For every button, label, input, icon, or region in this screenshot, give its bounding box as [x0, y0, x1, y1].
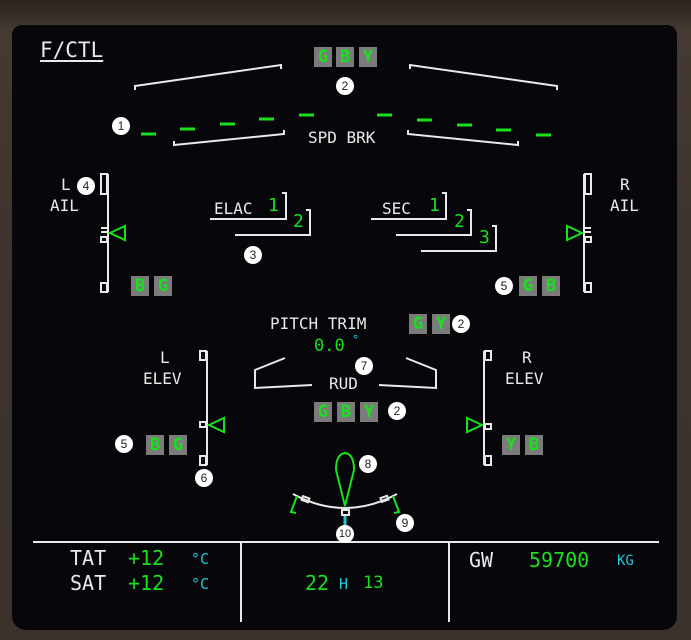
time-separator: H [339, 575, 349, 593]
l-elev-hyd-b: B [146, 435, 164, 455]
callout-10: 10 [336, 525, 354, 543]
callout-2-rudder: 2 [388, 402, 406, 420]
pitch-trim-value: 0.0 [314, 336, 345, 356]
callout-4: 4 [77, 177, 95, 195]
sec-2-status: 2 [454, 211, 465, 232]
callout-3: 3 [244, 246, 262, 264]
page-title: F/CTL [40, 38, 104, 62]
rud-travel-limit-left [289, 495, 298, 514]
r-elev-label: ELEV [505, 369, 544, 388]
sec-label: SEC [382, 199, 411, 218]
rudder-hyd-b: B [337, 402, 355, 422]
callout-6: 6 [195, 469, 213, 487]
time-minutes: 13 [363, 573, 384, 593]
callout-9: 9 [396, 514, 414, 532]
gw-value: 59700 [529, 548, 590, 572]
r-elev-position-pointer [466, 416, 485, 434]
l-ail-hyd-b: B [131, 276, 149, 296]
spd-brk-label: SPD BRK [308, 128, 376, 147]
sec-1-status: 1 [429, 195, 440, 216]
pitch-trim-unit: ° [352, 333, 360, 347]
r-ail-position-pointer [566, 224, 585, 242]
sec-3-status: 3 [479, 227, 490, 248]
spd-brk-hyd-b: B [336, 47, 354, 67]
callout-1: 1 [112, 117, 130, 135]
elac-1-status: 1 [268, 195, 279, 216]
spd-brk-lower-left-bracket [173, 130, 285, 147]
gw-label: GW [469, 548, 494, 572]
r-ail-label: AIL [610, 196, 639, 215]
rud-travel-limit-right [392, 495, 401, 514]
spd-brk-lower-right-bracket [407, 130, 519, 147]
rud-left-bracket [254, 357, 313, 390]
tat-label: TAT [70, 546, 107, 570]
pitch-trim-label: PITCH TRIM [270, 314, 367, 333]
l-ail-label-side: L [61, 175, 71, 194]
tat-value: +12 [128, 546, 165, 570]
l-elev-position-pointer [206, 416, 225, 434]
r-ail-hyd-b: B [542, 276, 560, 296]
r-ail-hyd-g: G [519, 276, 537, 296]
spd-brk-upper-right-bracket [409, 63, 558, 90]
callout-5-r-ail: 5 [495, 277, 513, 295]
r-elev-hyd-b: B [525, 435, 543, 455]
spd-brk-hyd-g: G [314, 47, 332, 67]
l-ail-hyd-g: G [154, 276, 172, 296]
gw-unit: KG [617, 553, 634, 569]
l-elev-label-side: L [160, 348, 170, 367]
callout-2-spd-brk: 2 [336, 77, 354, 95]
spd-brk-upper-left-bracket [134, 63, 282, 90]
rudder-hyd-g: G [314, 402, 332, 422]
l-elev-label: ELEV [143, 369, 182, 388]
l-elev-hyd-g: G [169, 435, 187, 455]
pitch-trim-hyd-y: Y [432, 314, 450, 334]
rudder-label: RUD [329, 374, 358, 393]
callout-2-pitch-trim: 2 [452, 315, 470, 333]
callout-8: 8 [359, 455, 377, 473]
r-elev-hyd-y: Y [502, 435, 520, 455]
sat-unit: °C [191, 575, 210, 593]
elac-2-status: 2 [293, 211, 304, 232]
time-hours: 22 [305, 571, 330, 595]
tat-unit: °C [191, 550, 210, 568]
rudder-position-pointer [334, 451, 356, 507]
callout-5-l-elev: 5 [115, 435, 133, 453]
elac-label: ELAC [214, 199, 253, 218]
rud-right-bracket [378, 357, 437, 390]
sat-label: SAT [70, 571, 107, 595]
sat-value: +12 [128, 571, 165, 595]
callout-7: 7 [355, 357, 373, 375]
spd-brk-hyd-y: Y [359, 47, 377, 67]
r-ail-label-side: R [620, 175, 630, 194]
r-elev-label-side: R [522, 348, 532, 367]
rudder-hyd-y: Y [360, 402, 378, 422]
l-ail-label: AIL [50, 196, 79, 215]
l-ail-position-pointer [107, 224, 126, 242]
pitch-trim-hyd-g: G [409, 314, 427, 334]
